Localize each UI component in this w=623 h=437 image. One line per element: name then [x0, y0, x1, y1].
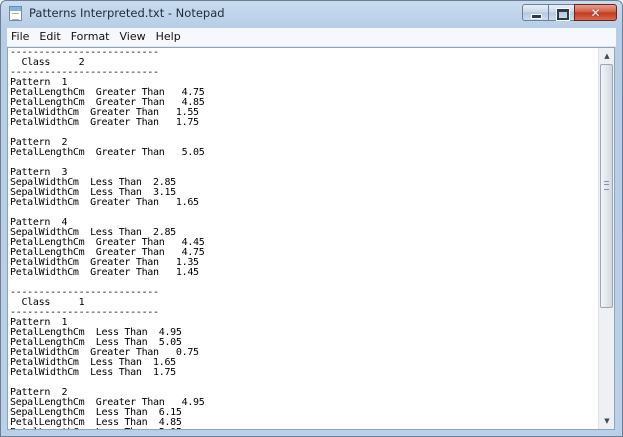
minimize-button[interactable]	[522, 4, 548, 21]
menu-bar: File Edit Format View Help	[7, 28, 616, 47]
maximize-icon	[556, 8, 570, 21]
minimize-icon	[531, 14, 542, 19]
scroll-down-button[interactable]: ▼	[599, 413, 614, 429]
menu-format[interactable]: Format	[66, 28, 115, 46]
scroll-up-button[interactable]: ▲	[599, 48, 614, 64]
editor-text-area[interactable]: -------------------------- Class 2 -----…	[8, 48, 599, 429]
scrollbar-thumb[interactable]	[600, 64, 613, 308]
scroll-down-arrow-icon: ▼	[604, 417, 610, 425]
text-editor[interactable]: -------------------------- Class 2 -----…	[7, 47, 615, 430]
close-button[interactable]: ✕	[574, 4, 617, 21]
menu-view[interactable]: View	[115, 28, 151, 46]
title-bar[interactable]: Patterns Interpreted.txt - Notepad ✕	[1, 1, 622, 27]
notepad-window: Patterns Interpreted.txt - Notepad ✕ Fil…	[0, 0, 623, 437]
notepad-app-icon[interactable]	[9, 6, 22, 21]
close-icon: ✕	[590, 6, 601, 20]
menu-edit[interactable]: Edit	[34, 28, 65, 46]
window-controls: ✕	[522, 4, 617, 22]
scroll-up-arrow-icon: ▲	[604, 52, 610, 60]
menu-file[interactable]: File	[7, 28, 34, 46]
window-title: Patterns Interpreted.txt - Notepad	[29, 6, 225, 20]
scrollbar-grip-icon	[604, 181, 609, 190]
vertical-scrollbar[interactable]: ▲ ▼	[598, 48, 614, 429]
maximize-button[interactable]	[548, 4, 574, 21]
menu-help[interactable]: Help	[151, 28, 186, 46]
editor-text[interactable]: -------------------------- Class 2 -----…	[8, 48, 599, 429]
